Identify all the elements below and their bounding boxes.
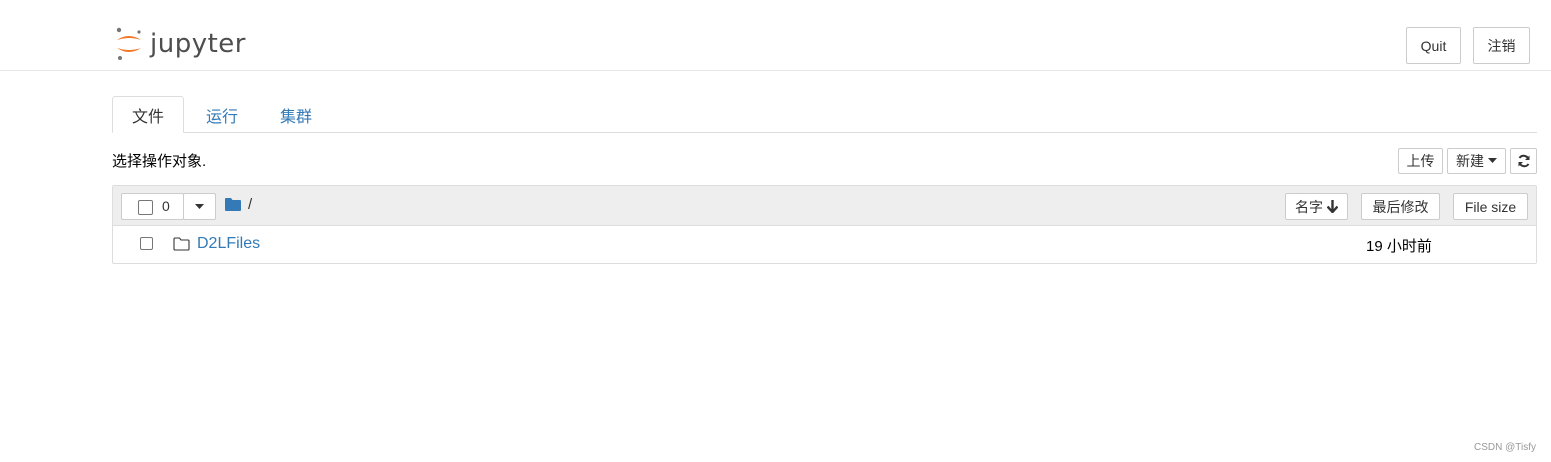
tab-clusters-label: 集群: [279, 108, 312, 126]
header-bar: jupyter Quit 注销: [0, 0, 1551, 71]
sort-name-label: 名字: [1295, 198, 1323, 215]
select-all-group[interactable]: 0: [121, 193, 184, 220]
folder-open-icon[interactable]: [225, 198, 241, 211]
upload-button-label: 上传: [1406, 153, 1435, 169]
sort-size-button[interactable]: File size: [1453, 193, 1528, 220]
logout-button[interactable]: 注销: [1473, 27, 1530, 64]
select-prompt: 选择操作对象.: [112, 153, 207, 170]
arrow-down-icon: [1327, 200, 1338, 213]
item-name-link[interactable]: D2LFiles: [197, 235, 260, 253]
selected-count: 0: [162, 198, 170, 214]
breadcrumb-root[interactable]: /: [248, 196, 252, 213]
sort-modified-label: 最后修改: [1372, 198, 1429, 215]
file-list-panel: 0 / 名字 最后修改 File size D2LFiles 19 小时前: [112, 185, 1537, 264]
sort-size-label: File size: [1464, 198, 1517, 215]
quit-button[interactable]: Quit: [1406, 27, 1461, 64]
tab-running[interactable]: 运行: [192, 96, 252, 133]
list-item[interactable]: D2LFiles 19 小时前: [113, 226, 1536, 263]
tab-files-label: 文件: [131, 108, 164, 126]
tab-files[interactable]: 文件: [112, 96, 184, 133]
folder-icon: [173, 237, 190, 251]
caret-down-icon: [1488, 158, 1497, 163]
upload-button[interactable]: 上传: [1398, 148, 1443, 174]
jupyter-logo[interactable]: jupyter: [114, 26, 246, 62]
caret-down-icon: [195, 203, 204, 209]
new-dropdown-button[interactable]: 新建: [1447, 148, 1506, 174]
new-button-label: 新建: [1456, 153, 1484, 169]
file-list-header: 0 / 名字 最后修改 File size: [113, 186, 1536, 226]
select-options-dropdown[interactable]: [183, 193, 216, 220]
refresh-icon: [1518, 154, 1529, 168]
item-modified: 19 小时前: [1366, 238, 1432, 255]
select-all-checkbox[interactable]: [138, 200, 153, 215]
watermark: CSDN @Tisfy: [1473, 442, 1536, 453]
jupyter-logo-icon: [116, 27, 141, 60]
breadcrumb: /: [225, 196, 252, 213]
tab-clusters[interactable]: 集群: [266, 96, 326, 133]
sort-modified-button[interactable]: 最后修改: [1361, 193, 1440, 220]
tab-running-label: 运行: [205, 108, 238, 126]
quit-button-label: Quit: [1420, 37, 1447, 54]
logout-button-label: 注销: [1487, 37, 1516, 54]
item-checkbox[interactable]: [140, 237, 153, 250]
sort-name-button[interactable]: 名字: [1285, 193, 1348, 220]
logo-text: jupyter: [150, 29, 246, 59]
refresh-button[interactable]: [1510, 148, 1537, 174]
tab-bar: 文件 运行 集群: [112, 96, 1537, 133]
